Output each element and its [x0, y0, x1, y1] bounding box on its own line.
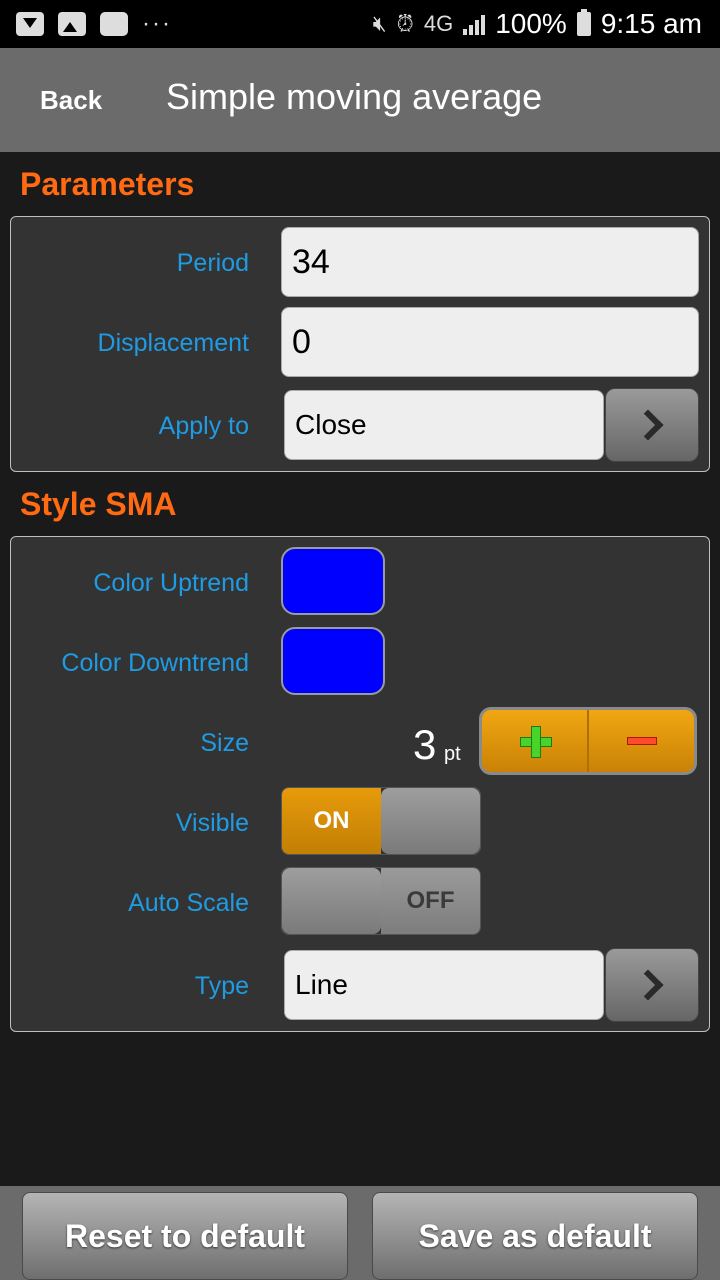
type-select[interactable]: Line [284, 950, 604, 1020]
period-label: Period [176, 249, 249, 277]
signal-icon [463, 13, 486, 35]
color-uptrend-swatch[interactable] [281, 547, 385, 615]
more-notifications-icon: ··· [142, 10, 172, 37]
color-downtrend-label: Color Downtrend [61, 649, 249, 677]
visible-toggle[interactable]: ON [281, 787, 481, 855]
battery-percent: 100% [495, 8, 567, 39]
page-title: Simple moving average [166, 76, 543, 117]
style-section-title: Style SMA [20, 486, 177, 522]
minus-icon [626, 737, 657, 745]
mute-icon: 🔇︎ [372, 11, 387, 36]
type-chevron-button[interactable] [605, 948, 699, 1022]
period-input[interactable]: 34 [281, 227, 699, 297]
apply-to-select[interactable]: Close [284, 390, 604, 460]
chevron-right-icon [632, 409, 664, 441]
size-increase-button[interactable] [482, 710, 589, 772]
message-notification-icon [100, 12, 128, 36]
size-label: Size [200, 729, 249, 757]
size-stepper [479, 707, 697, 775]
save-as-default-button[interactable]: Save as default [372, 1192, 698, 1280]
size-value: 3 [413, 721, 437, 768]
auto-scale-label: Auto Scale [128, 889, 249, 917]
apply-to-label: Apply to [158, 412, 249, 440]
network-type: 4G [423, 11, 454, 36]
type-label: Type [194, 972, 249, 1000]
displacement-input[interactable]: 0 [281, 307, 699, 377]
title-bar: Back Simple moving average [0, 48, 720, 152]
chevron-right-icon [632, 969, 664, 1001]
toggle-knob [282, 868, 381, 934]
color-uptrend-label: Color Uptrend [93, 569, 249, 597]
visible-label: Visible [175, 809, 249, 837]
status-bar: ··· 🔇︎ ⏰︎ 4G 100% 9:15 am [0, 0, 720, 48]
color-downtrend-swatch[interactable] [281, 627, 385, 695]
size-decrease-button[interactable] [589, 710, 694, 772]
plus-icon [519, 726, 552, 758]
reset-to-default-button[interactable]: Reset to default [22, 1192, 348, 1280]
toggle-off-text: OFF [381, 868, 480, 934]
image-notification-icon [58, 12, 86, 36]
app-notification-icon [16, 12, 44, 36]
bottom-action-bar: Reset to default Save as default [0, 1186, 720, 1280]
displacement-label: Displacement [97, 329, 249, 357]
apply-to-chevron-button[interactable] [605, 388, 699, 462]
toggle-knob [381, 788, 480, 854]
style-panel: Color Uptrend Color Downtrend Size 3 pt … [10, 536, 710, 1032]
parameters-panel: Period 34 Displacement 0 Apply to Close [10, 216, 710, 472]
toggle-on-text: ON [282, 788, 381, 854]
clock: 9:15 am [600, 8, 702, 39]
alarm-icon: ⏰︎ [396, 11, 414, 36]
battery-icon [576, 9, 591, 36]
back-button[interactable]: Back [24, 72, 118, 128]
auto-scale-toggle[interactable]: OFF [281, 867, 481, 935]
size-unit: pt [444, 743, 461, 765]
parameters-section-title: Parameters [20, 166, 195, 202]
